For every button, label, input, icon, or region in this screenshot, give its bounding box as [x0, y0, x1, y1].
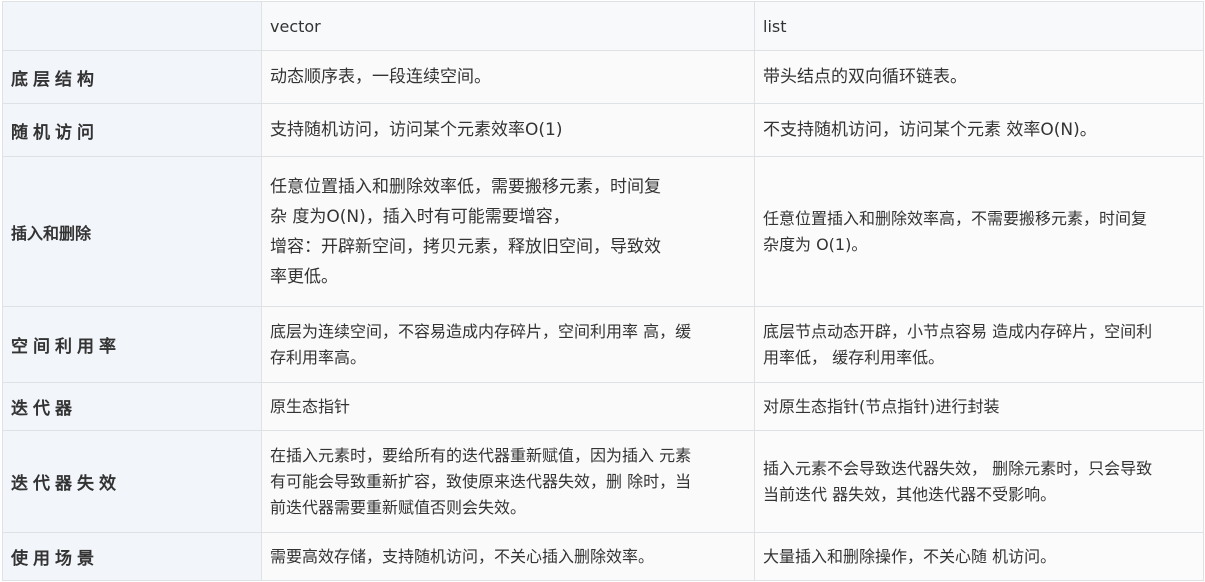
list-cell: 插入元素不会导致迭代器失效， 删除元素时，只会导致 当前迭代 器失效，其他迭代器… [754, 430, 1204, 533]
header-corner-cell [2, 1, 262, 51]
vector-cell: 任意位置插入和删除效率低，需要搬移元素，时间复 杂 度为O(N)，插入时有可能需… [261, 156, 755, 307]
row-label: 随机访问 [2, 103, 262, 157]
table-row: 使用场景 需要高效存储，支持随机访问，不关心插入删除效率。 大量插入和删除操作，… [2, 532, 1204, 581]
list-cell: 带头结点的双向循环链表。 [754, 50, 1204, 104]
cell-line: 在插入元素时，要给所有的迭代器重新赋值，因为插入 元素 [270, 445, 692, 465]
vector-cell: 需要高效存储，支持随机访问，不关心插入删除效率。 [261, 532, 755, 581]
table-row: 随机访问 支持随机访问，访问某个元素效率O(1) 不支持随机访问，访问某个元素 … [2, 103, 1204, 157]
header-list: list [754, 1, 1204, 51]
list-cell: 大量插入和删除操作，不关心随 机访问。 [754, 532, 1204, 581]
row-label: 使用场景 [2, 532, 262, 581]
list-cell: 对原生态指针(节点指针)进行封装 [754, 382, 1204, 431]
vector-cell: 支持随机访问，访问某个元素效率O(1) [261, 103, 755, 157]
list-cell: 底层节点动态开辟，小节点容易 造成内存碎片，空间利 用率低， 缓存利用率低。 [754, 306, 1204, 383]
comparison-table-wrapper: vector list 底层结构 动态顺序表，一段连续空间。 带头结点的双向循环… [0, 0, 1205, 581]
cell-line: 杂 度为O(N)，插入时有可能需要增容， [270, 206, 570, 227]
vector-cell: 底层为连续空间，不容易造成内存碎片，空间利用率 高，缓 存利用率高。 [261, 306, 755, 383]
row-label: 底层结构 [2, 50, 262, 104]
vector-cell: 动态顺序表，一段连续空间。 [261, 50, 755, 104]
cell-line: 杂度为 O(1)。 [763, 234, 868, 254]
table-row: 底层结构 动态顺序表，一段连续空间。 带头结点的双向循环链表。 [2, 50, 1204, 104]
cell-line: 存利用率高。 [270, 347, 367, 367]
cell-line: 用率低， 缓存利用率低。 [763, 347, 945, 367]
cell-line: 任意位置插入和删除效率低，需要搬移元素，时间复 [270, 176, 661, 197]
cell-line: 当前迭代 器失效，其他迭代器不受影响。 [763, 484, 1057, 504]
list-cell: 任意位置插入和删除效率高，不需要搬移元素，时间复 杂度为 O(1)。 [754, 156, 1204, 307]
table-header-row: vector list [2, 1, 1204, 51]
row-label: 迭代器 [2, 382, 262, 431]
table-row: 迭代器失效 在插入元素时，要给所有的迭代器重新赋值，因为插入 元素 有可能会导致… [2, 430, 1204, 533]
table-row: 迭代器 原生态指针 对原生态指针(节点指针)进行封装 [2, 382, 1204, 431]
row-label: 空间利用率 [2, 306, 262, 383]
table-row: 插入和删除 任意位置插入和删除效率低，需要搬移元素，时间复 杂 度为O(N)，插… [2, 156, 1204, 307]
cell-line: 任意位置插入和删除效率高，不需要搬移元素，时间复 [763, 208, 1148, 228]
cell-line: 有可能会导致重新扩容，致使原来迭代器失效，删 除时，当 [270, 471, 692, 491]
row-label: 迭代器失效 [2, 430, 262, 533]
vector-list-comparison-table: vector list 底层结构 动态顺序表，一段连续空间。 带头结点的双向循环… [2, 1, 1204, 581]
vector-cell: 在插入元素时，要给所有的迭代器重新赋值，因为插入 元素 有可能会导致重新扩容，致… [261, 430, 755, 533]
table-row: 空间利用率 底层为连续空间，不容易造成内存碎片，空间利用率 高，缓 存利用率高。… [2, 306, 1204, 383]
cell-line: 插入元素不会导致迭代器失效， 删除元素时，只会导致 [763, 458, 1153, 478]
cell-line: 率更低。 [270, 266, 338, 287]
cell-line: 底层节点动态开辟，小节点容易 造成内存碎片，空间利 [763, 321, 1153, 341]
list-cell: 不支持随机访问，访问某个元素 效率O(N)。 [754, 103, 1204, 157]
header-vector: vector [261, 1, 755, 51]
vector-cell: 原生态指针 [261, 382, 755, 431]
cell-line: 前迭代器需要重新赋值否则会失效。 [270, 497, 527, 517]
cell-line: 底层为连续空间，不容易造成内存碎片，空间利用率 高，缓 [270, 321, 692, 341]
row-label: 插入和删除 [2, 156, 262, 307]
cell-line: 增容：开辟新空间，拷贝元素，释放旧空间，导致效 [270, 236, 661, 257]
